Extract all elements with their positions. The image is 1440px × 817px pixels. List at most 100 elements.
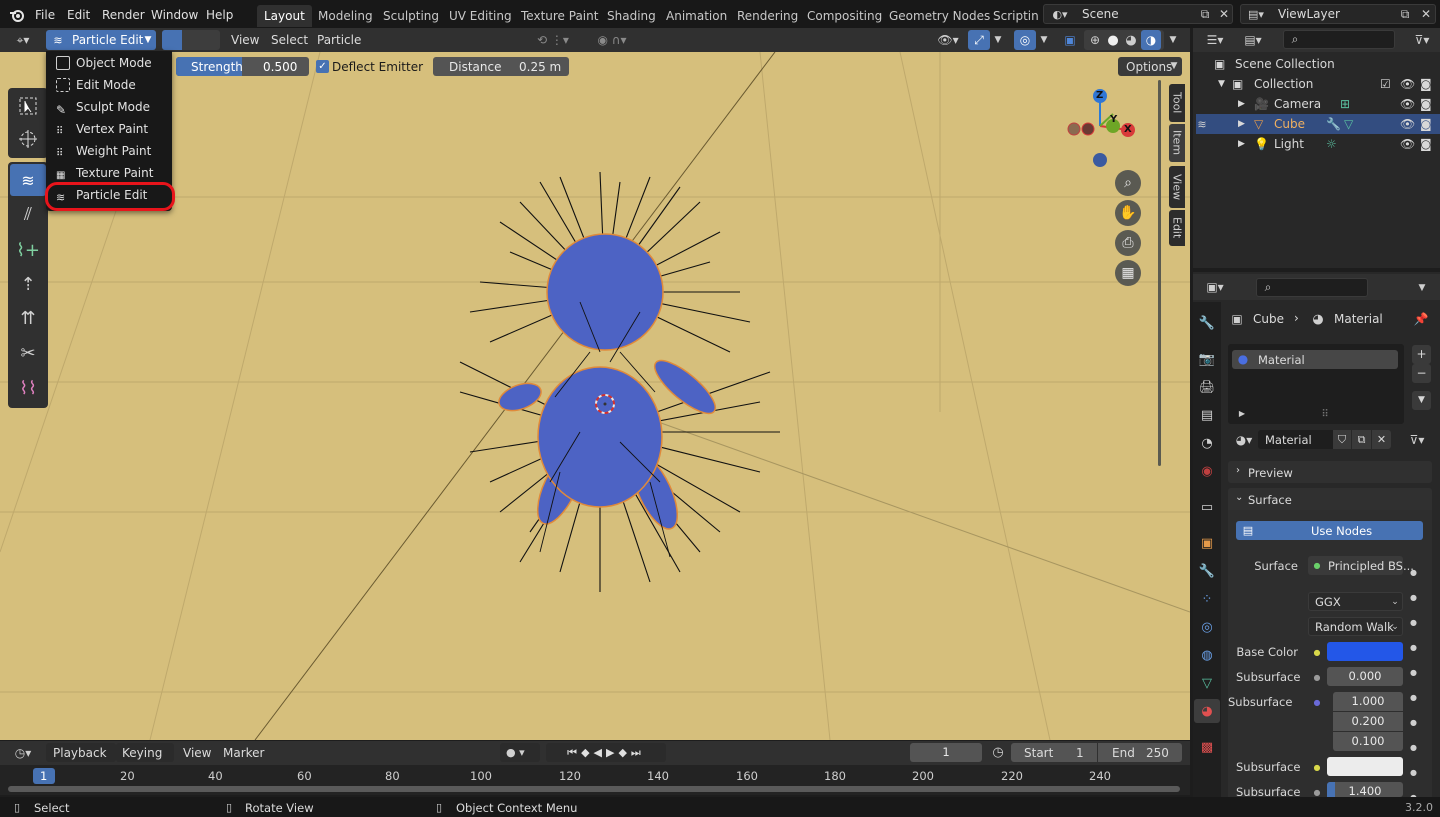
modifier-tab-icon[interactable]: 🔧 [1196, 560, 1218, 582]
data-tab-icon[interactable]: ▽ [1196, 672, 1218, 694]
comb-tool[interactable]: ≋ [10, 164, 46, 196]
properties-editor-icon[interactable]: ▣▾ [1200, 278, 1230, 296]
cube-row[interactable]: ▶ ▽ Cube 🔧 ▽ 👁 ◙ [1196, 114, 1440, 134]
camera-view-icon[interactable]: ⎙ [1115, 230, 1141, 256]
physics-tab-icon[interactable]: ◎ [1196, 616, 1218, 638]
scene-collection-row[interactable]: ▣ Scene Collection [1196, 54, 1440, 74]
browse-material-icon[interactable]: ◕▾ [1230, 431, 1258, 449]
viewport-3d[interactable] [0, 52, 1190, 740]
add-slot-button[interactable]: + [1412, 345, 1431, 364]
properties-options-icon[interactable]: ▼ [1414, 279, 1430, 297]
slot-specials-button[interactable]: ▼ [1412, 391, 1431, 410]
tab-tool[interactable]: Tool [1169, 84, 1185, 122]
subsurface-color-swatch[interactable] [1327, 757, 1403, 776]
mode-sculpt[interactable]: ✎ Sculpt Mode [50, 97, 170, 117]
visibility-icon[interactable]: 👁▾ [932, 30, 964, 50]
proportional-editing-icon[interactable]: ◉ ∩▾ [587, 30, 637, 50]
material-shading-icon[interactable]: ◕ [1122, 31, 1140, 49]
zoom-icon[interactable]: ⌕ [1115, 170, 1141, 196]
editor-type-icon[interactable]: ⌖▾ [6, 31, 40, 49]
view-layer-tab-icon[interactable]: ▤ [1196, 404, 1218, 426]
output-tab-icon[interactable]: 🖨 [1196, 376, 1218, 398]
menu-edit[interactable]: Edit [61, 6, 96, 24]
tab-uv-editing[interactable]: UV Editing [442, 5, 519, 27]
tab-view[interactable]: View [1169, 166, 1185, 208]
gizmo-dropdown-icon[interactable]: ▼ [991, 30, 1005, 50]
delete-scene-icon[interactable]: ✕ [1216, 5, 1232, 23]
menu-render[interactable]: Render [96, 6, 151, 24]
shading-dropdown-icon[interactable]: ▼ [1166, 30, 1180, 50]
collection-tab-icon[interactable]: ▭ [1196, 496, 1218, 518]
display-mode-icon[interactable]: ▤▾ [1238, 31, 1268, 49]
length-tool[interactable]: ⇡ [10, 268, 46, 300]
tab-modeling[interactable]: Modeling [311, 5, 380, 27]
node-link-icon[interactable]: ⊽▾ [1402, 431, 1432, 449]
tab-geometry-nodes[interactable]: Geometry Nodes [882, 5, 997, 27]
tab-shading[interactable]: Shading [600, 5, 663, 27]
select-box-tool[interactable] [10, 90, 46, 122]
timeline-view-menu[interactable]: View [183, 746, 211, 760]
duplicate-material-button[interactable]: ⧉ [1352, 430, 1371, 449]
tab-item[interactable]: Item [1169, 124, 1185, 162]
overlay-toggle-icon[interactable]: ◎ [1014, 30, 1036, 50]
path-select-mode-button[interactable] [162, 30, 182, 50]
xray-toggle-icon[interactable]: ▣ [1060, 30, 1080, 50]
copy-viewlayer-icon[interactable]: ⧉ [1396, 5, 1414, 23]
puff-tool[interactable]: ⇈ [10, 302, 46, 334]
material-slot[interactable] [1232, 350, 1398, 369]
menu-file[interactable]: File [29, 6, 61, 24]
tab-layout[interactable]: Layout [257, 5, 312, 27]
cursor-tool[interactable] [10, 123, 46, 155]
mode-object[interactable]: Object Mode [50, 53, 170, 73]
mode-texture-paint[interactable]: ▦ Texture Paint [50, 163, 170, 183]
menu-help[interactable]: Help [200, 6, 239, 24]
tab-animation[interactable]: Animation [659, 5, 734, 27]
tab-rendering[interactable]: Rendering [730, 5, 805, 27]
overlay-dropdown-icon[interactable]: ▼ [1037, 30, 1051, 50]
delete-viewlayer-icon[interactable]: ✕ [1418, 5, 1434, 23]
pan-hand-icon[interactable]: ✋ [1115, 200, 1141, 226]
mode-weight-paint[interactable]: ⠿ Weight Paint [50, 141, 170, 161]
marker-menu[interactable]: Marker [223, 746, 264, 760]
material-tab-icon[interactable]: ◕ [1196, 700, 1218, 722]
tool-tab-icon[interactable]: 🔧 [1196, 312, 1218, 334]
cut-tool[interactable]: ✂ [10, 337, 46, 369]
playback-controls[interactable]: ⏮◆◀▶◆⏭ [546, 743, 666, 762]
ortho-grid-icon[interactable]: ▦ [1115, 260, 1141, 286]
constraints-tab-icon[interactable]: ◍ [1196, 644, 1218, 666]
solid-shading-icon[interactable]: ● [1104, 31, 1122, 49]
subsurface-value[interactable]: 0.000 [1327, 667, 1403, 686]
light-row[interactable]: ▶ 💡 Light ☼ 👁 ◙ [1196, 134, 1440, 154]
timeline-editor-icon[interactable]: ◷▾ [6, 744, 40, 762]
texture-tab-icon[interactable]: ▩ [1196, 736, 1218, 758]
smooth-tool[interactable]: ⫽ [10, 198, 46, 230]
object-tab-icon[interactable]: ▣ [1196, 532, 1218, 554]
rendered-shading-icon[interactable]: ◑ [1141, 30, 1161, 50]
tab-sculpting[interactable]: Sculpting [376, 5, 446, 27]
viewlayer-name[interactable]: ViewLayer [1278, 7, 1340, 21]
particle-menu[interactable]: Particle [317, 33, 361, 47]
tab-edit[interactable]: Edit [1169, 210, 1185, 246]
filter-icon[interactable]: ⊽▾ [1408, 31, 1436, 49]
collection-row[interactable]: ▼ ▣ Collection ☑ 👁 ◙ [1196, 74, 1440, 94]
slot-expand-icon[interactable]: ▶ [1236, 406, 1248, 420]
mode-edit[interactable]: Edit Mode [50, 75, 170, 95]
outliner-editor-icon[interactable]: ☰▾ [1200, 31, 1230, 49]
fake-user-button[interactable]: ⛉ [1333, 430, 1351, 449]
wireframe-shading-icon[interactable]: ⊕ [1086, 31, 1104, 49]
resize-handle-icon[interactable]: ⠿ [1316, 408, 1334, 420]
copy-scene-icon[interactable]: ⧉ [1196, 5, 1214, 23]
deflect-emitter-checkbox[interactable]: ✓ [316, 60, 329, 73]
pin-icon[interactable]: 📌 [1412, 310, 1430, 328]
viewport-scrollbar[interactable] [1158, 80, 1161, 466]
weight-tool[interactable]: ⌇⌇ [10, 372, 46, 404]
radius-z-field[interactable]: 0.100 [1333, 732, 1403, 751]
particles-tab-icon[interactable]: ⁘ [1196, 588, 1218, 610]
scene-name[interactable]: Scene [1082, 7, 1119, 21]
tab-scripting[interactable]: Scripting [986, 5, 1038, 27]
remove-slot-button[interactable]: − [1412, 364, 1431, 383]
world-tab-icon[interactable]: ◉ [1196, 460, 1218, 482]
select-menu[interactable]: Select [271, 33, 308, 47]
render-tab-icon[interactable]: 📷 [1196, 348, 1218, 370]
scene-tab-icon[interactable]: ◔ [1196, 432, 1218, 454]
